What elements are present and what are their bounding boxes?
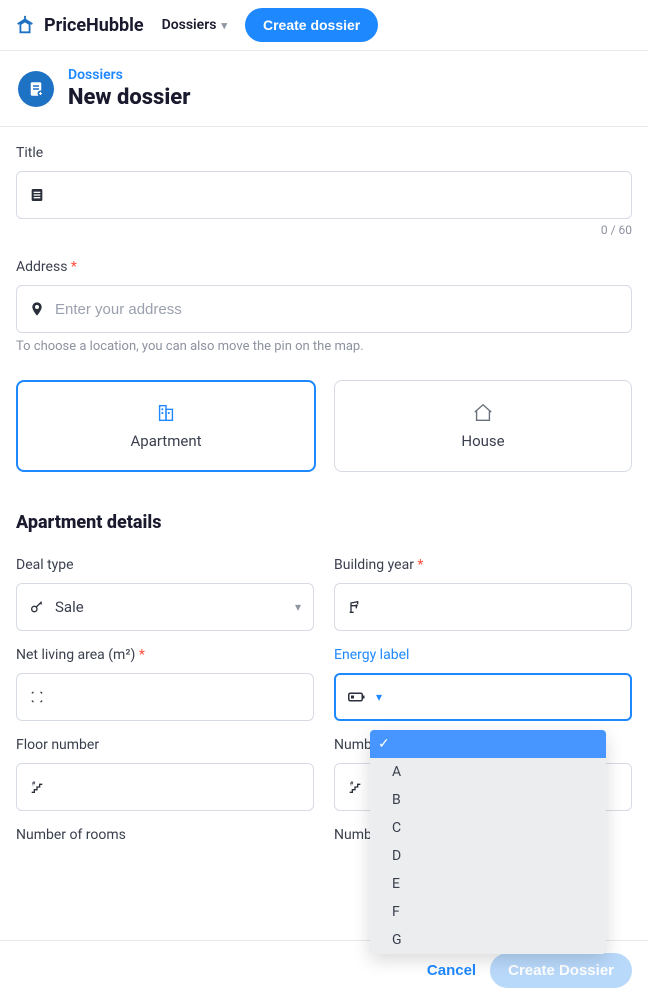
caret-down-icon: ▾: [295, 600, 301, 614]
svg-text:#: #: [350, 781, 354, 788]
energy-option-c[interactable]: C: [370, 814, 606, 842]
document-icon: [29, 187, 45, 203]
energy-label-label: Energy label: [334, 647, 632, 663]
building-year-label: Building year *: [334, 557, 632, 573]
topbar: PriceHubble Dossiers ▾ Create dossier: [0, 0, 648, 51]
required-marker: *: [71, 259, 77, 275]
battery-icon: [348, 690, 366, 704]
building-year-input[interactable]: [334, 583, 632, 631]
energy-option-g[interactable]: G: [370, 926, 606, 954]
key-icon: [29, 599, 45, 615]
brand-logo: PriceHubble: [14, 14, 144, 36]
pin-icon: [29, 300, 45, 318]
address-label: Address *: [16, 259, 632, 275]
house-icon: [472, 402, 494, 424]
energy-option-e[interactable]: E: [370, 870, 606, 898]
area-icon: [29, 689, 45, 705]
check-icon: ✓: [378, 736, 390, 752]
title-input-box[interactable]: [16, 171, 632, 219]
energy-label-dropdown: ▾ ✓ A B C D E F G: [370, 730, 606, 954]
stairs-icon: #: [347, 779, 363, 795]
section-title: Apartment details: [16, 512, 632, 533]
svg-text:#: #: [32, 781, 36, 788]
breadcrumb[interactable]: Dossiers: [68, 67, 190, 83]
floor-number-input[interactable]: #: [16, 763, 314, 811]
address-hint: To choose a location, you can also move …: [16, 339, 632, 354]
nav-dossiers[interactable]: Dossiers ▾: [162, 17, 227, 33]
nav-dossiers-label: Dossiers: [162, 17, 217, 33]
property-type-house[interactable]: House: [334, 380, 632, 472]
address-input-box[interactable]: [16, 285, 632, 333]
create-dossier-button[interactable]: Create dossier: [245, 8, 378, 42]
property-type-apartment[interactable]: Apartment: [16, 380, 316, 472]
deal-type-label: Deal type: [16, 557, 314, 573]
net-living-area-label: Net living area (m²) *: [16, 647, 314, 663]
create-dossier-submit-button[interactable]: Create Dossier: [490, 953, 632, 988]
net-living-area-input[interactable]: [16, 673, 314, 721]
deal-type-select[interactable]: Sale ▾: [16, 583, 314, 631]
energy-label-select[interactable]: ▾: [334, 673, 632, 721]
property-type-row: Apartment House: [16, 380, 632, 472]
house-label: House: [461, 432, 504, 450]
address-input[interactable]: [55, 301, 619, 318]
deal-type-value: Sale: [55, 598, 285, 616]
stairs-icon: #: [29, 779, 45, 795]
energy-option-d[interactable]: D: [370, 842, 606, 870]
title-input[interactable]: [55, 187, 619, 204]
energy-option-a[interactable]: A: [370, 758, 606, 786]
logo-icon: [14, 14, 36, 36]
apartment-label: Apartment: [130, 432, 201, 450]
energy-option-blank[interactable]: ✓: [370, 730, 606, 758]
number-of-rooms-label: Number of rooms: [16, 827, 314, 843]
floor-number-label: Floor number: [16, 737, 314, 753]
chevron-down-icon: ▾: [221, 19, 227, 32]
brand-name: PriceHubble: [44, 15, 144, 36]
apartment-icon: [155, 402, 177, 424]
caret-down-icon: ▾: [376, 690, 382, 704]
crane-icon: [347, 599, 363, 615]
dossier-icon: [18, 71, 54, 107]
energy-option-b[interactable]: B: [370, 786, 606, 814]
energy-option-f[interactable]: F: [370, 898, 606, 926]
title-counter: 0 / 60: [16, 223, 632, 237]
title-label: Title: [16, 145, 632, 161]
cancel-button[interactable]: Cancel: [427, 953, 476, 988]
page-title: New dossier: [68, 85, 190, 110]
page-header: Dossiers New dossier: [0, 51, 648, 127]
